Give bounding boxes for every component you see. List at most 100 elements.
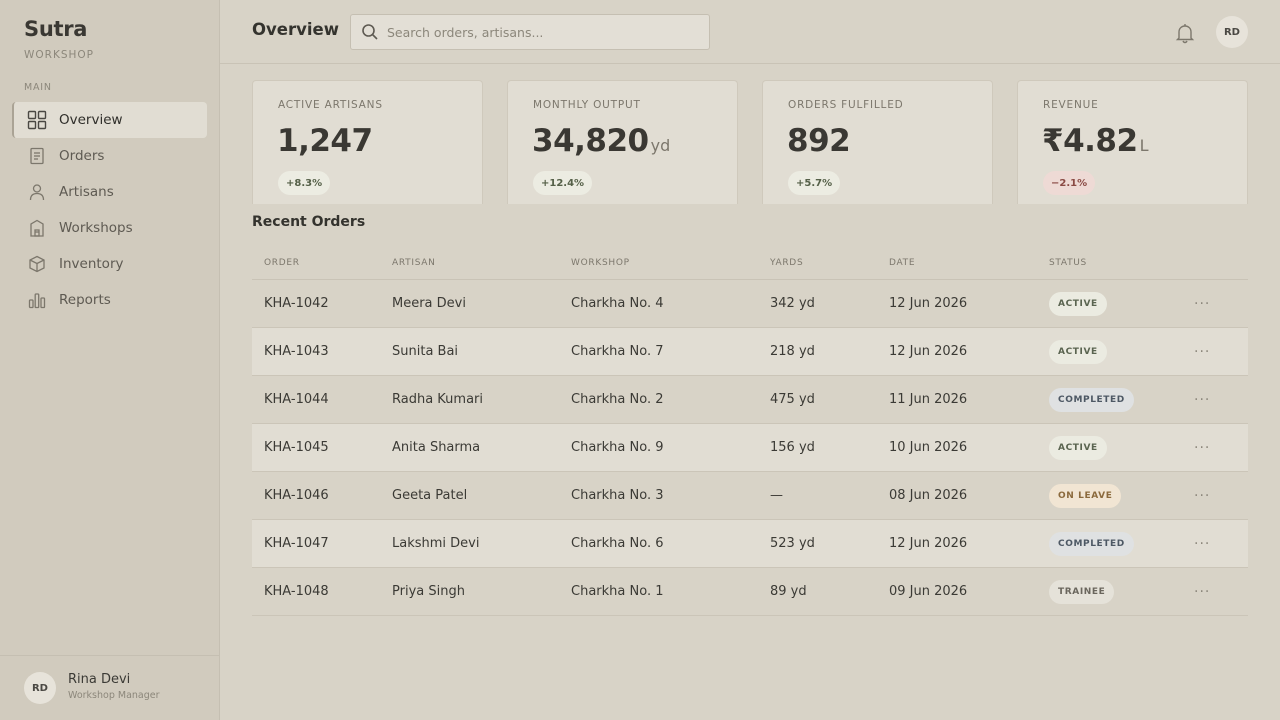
order-id-cell: KHA-1047	[264, 536, 329, 551]
kpi-value: ₹4.82 L	[1042, 123, 1149, 159]
sidebar-item-reports[interactable]: Reports	[12, 282, 207, 318]
artisan-cell: Anita Sharma	[392, 440, 481, 455]
more-actions-icon[interactable]: ···	[1188, 584, 1210, 600]
actions-cell: ···	[1188, 296, 1248, 312]
kpi-change-badge: +5.7%	[788, 171, 841, 195]
brand-name[interactable]: Sutra	[24, 17, 87, 41]
order-id-cell: KHA-1045	[264, 440, 329, 455]
yards-cell: 342 yd	[770, 296, 815, 311]
column-header[interactable]: DATE	[889, 258, 1049, 268]
column-header[interactable]: STATUS	[1049, 258, 1188, 268]
actions-cell: ···	[1188, 392, 1248, 408]
table-row[interactable]: KHA-1044 Radha Kumari Charkha No. 2 475 yd 1…	[252, 376, 1248, 424]
sidebar-item-label: Overview	[59, 112, 123, 128]
yards-cell: —	[770, 488, 783, 503]
column-header[interactable]: ARTISAN	[392, 258, 571, 268]
avatar[interactable]: RD	[24, 672, 56, 704]
workshop-cell: Charkha No. 7	[571, 344, 664, 359]
column-header[interactable]: ORDER	[252, 258, 392, 268]
kpi-label: MONTHLY OUTPUT	[533, 99, 641, 111]
actions-cell: ···	[1188, 488, 1248, 504]
table-row[interactable]: KHA-1048 Priya Singh Charkha No. 1 89 yd 09 …	[252, 568, 1248, 616]
kpi-value: 1,247	[277, 123, 373, 159]
search-icon	[361, 23, 379, 41]
sidebar-item-orders[interactable]: Orders	[12, 138, 207, 174]
sidebar-item-label: Reports	[59, 292, 111, 308]
more-actions-icon[interactable]: ···	[1188, 296, 1210, 312]
table-row[interactable]: KHA-1046 Geeta Patel Charkha No. 3 — 08 Jun …	[252, 472, 1248, 520]
nav-section-label: MAIN	[24, 82, 52, 93]
grid-icon	[27, 110, 47, 130]
bar-chart-icon	[27, 290, 47, 310]
table-row[interactable]: KHA-1045 Anita Sharma Charkha No. 9 156 yd 1…	[252, 424, 1248, 472]
more-actions-icon[interactable]: ···	[1188, 536, 1210, 552]
user-name: Rina Devi	[68, 672, 131, 687]
workshop-cell: Charkha No. 6	[571, 536, 664, 551]
date-cell: 09 Jun 2026	[889, 584, 968, 599]
kpi-value: 34,820 yd	[532, 123, 671, 159]
status-badge: COMPLETED	[1049, 531, 1134, 556]
date-cell: 12 Jun 2026	[889, 536, 968, 551]
actions-cell: ···	[1188, 584, 1248, 600]
sidebar: Sutra WORKSHOP MAIN Overview Orders Arti…	[0, 0, 220, 720]
order-id-cell: KHA-1042	[264, 296, 329, 311]
artisan-cell: Meera Devi	[392, 296, 466, 311]
more-actions-icon[interactable]: ···	[1188, 440, 1210, 456]
kpi-card-active-artisans: ACTIVE ARTISANS 1,247 +8.3%	[252, 80, 483, 204]
status-badge: ACTIVE	[1049, 339, 1107, 364]
kpi-change-badge: +12.4%	[533, 171, 593, 195]
workshop-cell: Charkha No. 3	[571, 488, 664, 503]
status-badge: TRAINEE	[1049, 579, 1115, 604]
bell-icon[interactable]	[1174, 22, 1196, 44]
more-actions-icon[interactable]: ···	[1188, 488, 1210, 504]
kpi-label: ORDERS FULFILLED	[788, 99, 904, 111]
sidebar-nav: Overview Orders Artisans Workshops Inven…	[12, 102, 207, 318]
status-badge: ACTIVE	[1049, 291, 1107, 316]
sidebar-item-label: Artisans	[59, 184, 114, 200]
kpi-card-monthly-output: MONTHLY OUTPUT 34,820 yd +12.4%	[507, 80, 738, 204]
sidebar-item-overview[interactable]: Overview	[12, 102, 207, 138]
table-body: KHA-1042 Meera Devi Charkha No. 4 342 yd 12 …	[252, 280, 1248, 616]
date-cell: 11 Jun 2026	[889, 392, 968, 407]
kpi-value: 892	[787, 123, 851, 159]
kpi-card-orders-fulfilled: ORDERS FULFILLED 892 +5.7%	[762, 80, 993, 204]
actions-cell: ···	[1188, 536, 1248, 552]
table-row[interactable]: KHA-1047 Lakshmi Devi Charkha No. 6 523 yd 1…	[252, 520, 1248, 568]
artisan-cell: Lakshmi Devi	[392, 536, 480, 551]
search-input[interactable]	[387, 24, 687, 40]
sidebar-item-workshops[interactable]: Workshops	[12, 210, 207, 246]
date-cell: 10 Jun 2026	[889, 440, 968, 455]
workshop-cell: Charkha No. 1	[571, 584, 664, 599]
yards-cell: 89 yd	[770, 584, 807, 599]
sidebar-item-label: Workshops	[59, 220, 133, 236]
artisan-cell: Sunita Bai	[392, 344, 459, 359]
building-icon	[27, 218, 47, 238]
more-actions-icon[interactable]: ···	[1188, 392, 1210, 408]
sidebar-item-inventory[interactable]: Inventory	[12, 246, 207, 282]
search-bar[interactable]	[350, 14, 710, 50]
date-cell: 12 Jun 2026	[889, 344, 968, 359]
table-row[interactable]: KHA-1042 Meera Devi Charkha No. 4 342 yd 12 …	[252, 280, 1248, 328]
user-icon	[27, 182, 47, 202]
sidebar-item-label: Orders	[59, 148, 105, 164]
date-cell: 08 Jun 2026	[889, 488, 968, 503]
order-id-cell: KHA-1046	[264, 488, 329, 503]
user-profile[interactable]: RD Rina Devi Workshop Manager	[0, 655, 220, 720]
orders-table: ORDER ARTISAN WORKSHOP YARDS DATE STATUS…	[252, 246, 1248, 616]
kpi-change-badge: +8.3%	[278, 171, 331, 195]
sidebar-item-label: Inventory	[59, 256, 124, 272]
artisan-cell: Geeta Patel	[392, 488, 468, 503]
table-row[interactable]: KHA-1043 Sunita Bai Charkha No. 7 218 yd 12 …	[252, 328, 1248, 376]
document-icon	[27, 146, 47, 166]
column-header[interactable]: WORKSHOP	[571, 258, 770, 268]
yards-cell: 218 yd	[770, 344, 815, 359]
yards-cell: 475 yd	[770, 392, 815, 407]
sidebar-item-artisans[interactable]: Artisans	[12, 174, 207, 210]
column-header[interactable]: YARDS	[770, 258, 889, 268]
table-header: ORDER ARTISAN WORKSHOP YARDS DATE STATUS	[252, 246, 1248, 280]
avatar[interactable]: RD	[1216, 16, 1248, 48]
workshop-cell: Charkha No. 4	[571, 296, 664, 311]
artisan-cell: Radha Kumari	[392, 392, 484, 407]
more-actions-icon[interactable]: ···	[1188, 344, 1210, 360]
status-cell: ON LEAVE	[1049, 483, 1188, 508]
